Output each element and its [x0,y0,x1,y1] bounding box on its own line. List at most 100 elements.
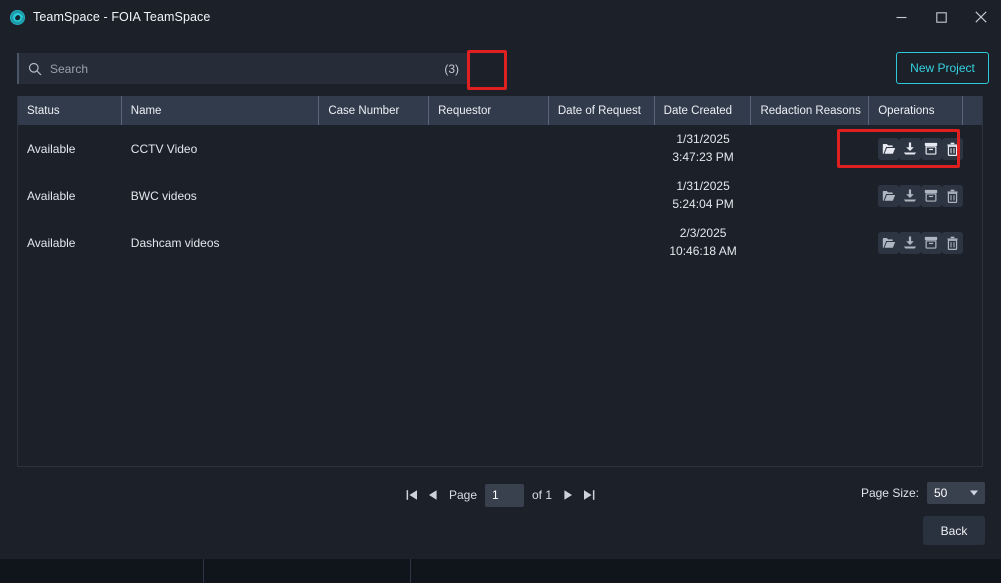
cell-requestor [429,172,549,219]
bottom-strip-divider [203,559,204,583]
cell-redaction-reasons [751,125,869,172]
date-created-date: 1/31/2025 [676,179,730,194]
cell-operations [869,219,964,266]
close-icon[interactable] [961,0,1001,34]
column-header-name[interactable]: Name [122,96,320,125]
download-icon [903,189,917,202]
next-page-icon[interactable] [560,485,575,505]
download-button[interactable] [899,137,921,160]
folder-open-icon [882,190,896,202]
table-row[interactable]: Available CCTV Video 1/31/2025 3:47:23 P… [18,125,982,172]
maximize-icon[interactable] [921,0,961,34]
page-size-label: Page Size: [860,486,919,500]
date-created-date: 2/3/2025 [679,226,727,241]
prev-page-icon[interactable] [426,485,441,505]
page-number-input[interactable] [485,483,524,507]
date-created-time: 10:46:18 AM [669,243,737,258]
date-created-time: 3:47:23 PM [672,149,734,164]
app-window: TeamSpace - FOIA TeamSpace (3) [0,0,1001,583]
trash-icon [946,189,959,203]
cell-requestor [429,125,549,172]
column-header-date-created[interactable]: Date Created [655,96,752,125]
table-header-row: Status Name Case Number Requestor Date o… [18,96,982,125]
delete-button[interactable] [941,184,964,207]
cell-date-of-request [549,219,655,266]
date-created-date: 1/31/2025 [676,132,730,147]
archive-row-button[interactable] [920,137,942,160]
column-header-date-of-request[interactable]: Date of Request [549,96,655,125]
cell-operations [869,125,964,172]
delete-button[interactable] [941,137,964,160]
column-header-requestor[interactable]: Requestor [429,96,549,125]
table-row[interactable]: Available BWC videos 1/31/2025 5:24:04 P… [18,172,982,219]
cell-name: Dashcam videos [130,235,220,250]
trash-icon [946,142,959,156]
archive-box-icon [924,236,938,249]
column-header-operations[interactable]: Operations [869,96,964,125]
page-total-label: of 1 [532,488,553,502]
cell-date-created: 1/31/2025 5:24:04 PM [655,172,752,219]
page-size-value: 50 [934,486,948,500]
cell-redaction-reasons [751,219,869,266]
pagination-bar: Page of 1 [0,481,1001,509]
archive-box-icon [924,189,938,202]
cell-status: Available [27,235,76,250]
archive-row-button[interactable] [920,231,942,254]
projects-table: Status Name Case Number Requestor Date o… [17,96,983,467]
table-body: Available CCTV Video 1/31/2025 3:47:23 P… [18,125,982,266]
cell-requestor [429,219,549,266]
cell-date-of-request [549,172,655,219]
cell-status: Available [27,141,76,156]
date-created-time: 5:24:04 PM [672,196,734,211]
back-button[interactable]: Back [923,516,985,545]
archive-row-button[interactable] [920,184,942,207]
search-field-wrapper[interactable]: (3) [17,53,469,84]
column-header-case-number[interactable]: Case Number [319,96,430,125]
first-page-icon[interactable] [405,485,420,505]
cell-case-number [319,219,429,266]
teamspace-spiral-logo-icon [10,9,25,25]
archive-box-icon [924,142,938,155]
table-row[interactable]: Available Dashcam videos 2/3/2025 10:46:… [18,219,982,266]
new-project-button[interactable]: New Project [896,52,989,84]
folder-open-icon [882,143,896,155]
search-input[interactable] [50,61,445,76]
delete-button[interactable] [941,231,964,254]
cell-status: Available [27,188,76,203]
column-header-status[interactable]: Status [18,96,122,125]
cell-date-created: 2/3/2025 10:46:18 AM [655,219,752,266]
cell-spacer [963,125,982,172]
window-title: TeamSpace - FOIA TeamSpace [33,10,211,24]
page-size-select[interactable]: 50 [927,482,985,504]
open-project-button[interactable] [878,184,900,207]
window-controls [881,0,1001,34]
folder-open-icon [882,237,896,249]
toolbar: (3) New Project [0,44,1001,127]
minimize-icon[interactable] [881,0,921,34]
page-size-control: Page Size: 50 [861,482,985,504]
last-page-icon[interactable] [581,485,596,505]
download-icon [903,142,917,155]
cell-case-number [319,172,429,219]
download-button[interactable] [899,231,921,254]
bottom-strip-divider [410,559,411,583]
search-result-count: (3) [444,61,459,76]
chevron-down-icon [970,490,978,496]
open-project-button[interactable] [878,137,900,160]
search-icon [28,62,42,76]
cell-case-number [319,125,429,172]
bottom-strip [0,559,1001,583]
cell-spacer [963,172,982,219]
cell-date-of-request [549,125,655,172]
download-button[interactable] [899,184,921,207]
title-bar: TeamSpace - FOIA TeamSpace [0,0,1001,34]
open-project-button[interactable] [878,231,900,254]
page-label: Page [448,488,477,502]
cell-name: CCTV Video [130,141,198,156]
cell-name: BWC videos [130,188,197,203]
cell-redaction-reasons [751,172,869,219]
column-header-spacer [963,96,982,125]
cell-operations [869,172,964,219]
column-header-redaction-reasons[interactable]: Redaction Reasons [751,96,870,125]
download-icon [903,236,917,249]
